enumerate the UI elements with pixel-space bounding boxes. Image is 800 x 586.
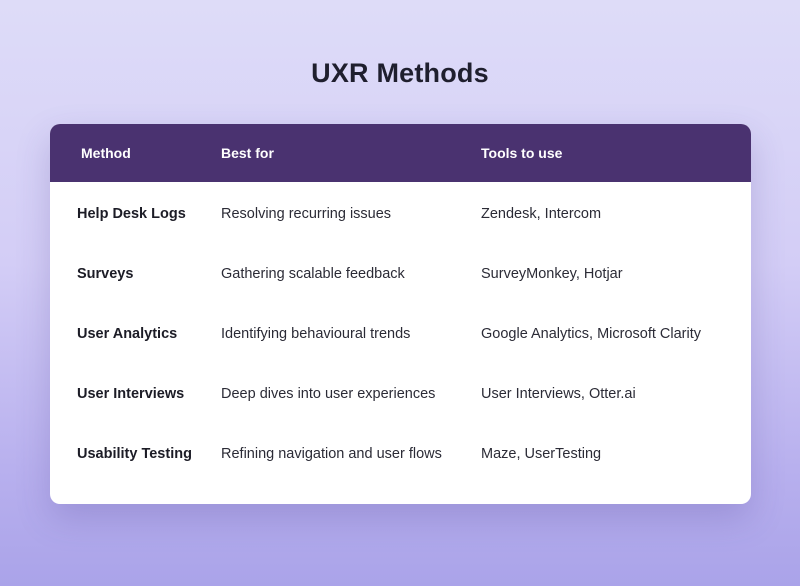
best-for-cell: Identifying behavioural trends bbox=[221, 326, 411, 342]
best-for-cell: Gathering scalable feedback bbox=[221, 266, 405, 282]
best-for-cell: Resolving recurring issues bbox=[221, 206, 392, 222]
method-cell: Help Desk Logs bbox=[77, 206, 186, 222]
best-for-cell: Deep dives into user experiences bbox=[221, 386, 436, 402]
table-row: User Analytics Identifying behavioural t… bbox=[50, 304, 751, 364]
method-cell: Surveys bbox=[77, 266, 134, 282]
table-row: User Interviews Deep dives into user exp… bbox=[50, 364, 751, 424]
method-cell: Usability Testing bbox=[77, 446, 192, 462]
column-header-best-for: Best for bbox=[221, 145, 274, 161]
method-cell: User Interviews bbox=[77, 386, 185, 402]
tools-cell: Google Analytics, Microsoft Clarity bbox=[481, 326, 701, 342]
table-header: Method Best for Tools to use bbox=[50, 124, 751, 182]
column-header-method: Method bbox=[81, 145, 131, 161]
column-header-tools: Tools to use bbox=[481, 145, 563, 161]
methods-table: Method Best for Tools to use Help Desk L… bbox=[50, 124, 751, 504]
tools-cell: Maze, UserTesting bbox=[481, 446, 602, 462]
table-row: Surveys Gathering scalable feedback Surv… bbox=[50, 244, 751, 304]
page-title: UXR Methods bbox=[311, 58, 489, 88]
tools-cell: Zendesk, Intercom bbox=[481, 206, 602, 222]
tools-cell: SurveyMonkey, Hotjar bbox=[481, 266, 623, 282]
table-row: Help Desk Logs Resolving recurring issue… bbox=[50, 184, 751, 244]
tools-cell: User Interviews, Otter.ai bbox=[481, 386, 636, 402]
best-for-cell: Refining navigation and user flows bbox=[221, 446, 442, 462]
table-row: Usability Testing Refining navigation an… bbox=[50, 424, 751, 484]
method-cell: User Analytics bbox=[77, 326, 178, 342]
